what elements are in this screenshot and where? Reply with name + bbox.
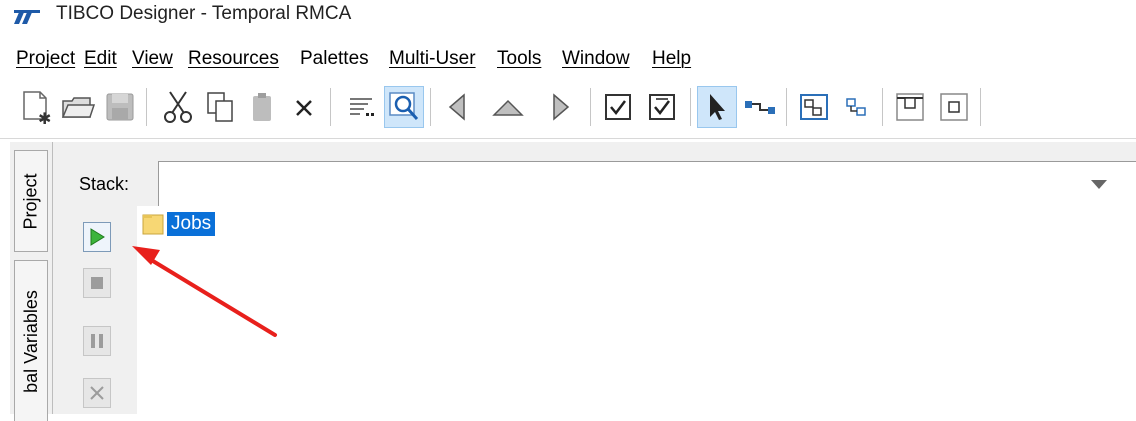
- toolbar-separator: [330, 88, 331, 126]
- new-project-icon: ✱: [23, 91, 51, 125]
- menu-edit[interactable]: Edit: [84, 48, 117, 70]
- up-icon: [492, 99, 524, 116]
- tab-project[interactable]: Project: [14, 150, 48, 252]
- select-pointer-icon: [710, 94, 725, 120]
- connect-transition-icon: [745, 101, 775, 114]
- delete-button[interactable]: [284, 86, 324, 128]
- tab-project-label: Project: [20, 172, 41, 230]
- group-button[interactable]: [794, 86, 834, 128]
- tab-global-variables-label: bal Variables: [20, 289, 41, 393]
- close-icon: [90, 386, 104, 400]
- cut-button[interactable]: [158, 86, 198, 128]
- terminate-button[interactable]: [83, 378, 111, 408]
- tibco-logo-icon: [14, 10, 40, 24]
- delete-icon: [296, 100, 312, 116]
- stack-combobox[interactable]: [158, 161, 1136, 207]
- open-folder-icon: [61, 97, 96, 118]
- tree-item-jobs[interactable]: Jobs: [142, 210, 216, 238]
- up-button[interactable]: [488, 86, 528, 128]
- menu-bar: Project Edit View Resources Palettes Mul…: [0, 40, 1136, 76]
- select-pointer-button[interactable]: [697, 86, 737, 128]
- new-project-button[interactable]: ✱: [16, 86, 56, 128]
- back-button[interactable]: [438, 86, 478, 128]
- stop-icon: [91, 277, 103, 289]
- play-icon: [90, 228, 105, 246]
- save-icon: [106, 93, 134, 121]
- forward-button[interactable]: [540, 86, 580, 128]
- menu-project[interactable]: Project: [16, 48, 75, 70]
- run-button[interactable]: [83, 222, 111, 252]
- menu-window[interactable]: Window: [562, 48, 630, 70]
- left-vertical-tabs: Project bal Variables: [10, 142, 53, 421]
- checkin-icon: [605, 94, 631, 120]
- pause-button[interactable]: [83, 326, 111, 356]
- align-top-icon: [896, 93, 924, 121]
- checkin-button[interactable]: [598, 86, 638, 128]
- title-bar: TIBCO Designer - Temporal RMCA: [0, 0, 1136, 40]
- filter-button[interactable]: [342, 86, 382, 128]
- copy-button[interactable]: [200, 86, 240, 128]
- save-button[interactable]: [100, 86, 140, 128]
- svg-text:✱: ✱: [38, 109, 51, 125]
- menu-tools[interactable]: Tools: [497, 48, 541, 70]
- menu-help[interactable]: Help: [652, 48, 691, 70]
- menu-palettes[interactable]: Palettes: [300, 48, 369, 70]
- connect-transition-button[interactable]: [740, 86, 780, 128]
- align-middle-icon: [940, 93, 968, 121]
- filter-icon: [350, 98, 374, 116]
- project-tree: Jobs: [137, 206, 1136, 414]
- pause-icon: [91, 334, 103, 348]
- copy-icon: [207, 92, 233, 122]
- menu-multi-user[interactable]: Multi-User: [389, 48, 476, 70]
- toolbar-separator: [786, 88, 787, 126]
- align-middle-button[interactable]: [934, 86, 974, 128]
- paste-button[interactable]: [242, 86, 282, 128]
- align-top-button[interactable]: [890, 86, 930, 128]
- tree-item-label: Jobs: [167, 212, 216, 236]
- ungroup-icon: [846, 98, 866, 116]
- stack-label: Stack:: [79, 174, 130, 194]
- stop-button[interactable]: [83, 268, 111, 298]
- chevron-down-icon[interactable]: [1091, 180, 1107, 190]
- open-button[interactable]: [58, 86, 98, 128]
- group-icon: [800, 94, 828, 120]
- toolbar: ✱: [0, 76, 1136, 139]
- window-title: TIBCO Designer - Temporal RMCA: [56, 3, 352, 24]
- cut-icon: [164, 91, 192, 123]
- checkout-button[interactable]: [642, 86, 682, 128]
- toolbar-separator: [882, 88, 883, 126]
- toolbar-separator: [146, 88, 147, 126]
- menu-resources[interactable]: Resources: [188, 48, 279, 70]
- find-button[interactable]: [384, 86, 424, 128]
- find-icon: [389, 92, 419, 121]
- toolbar-separator: [690, 88, 691, 126]
- folder-icon: [142, 214, 164, 235]
- menu-view[interactable]: View: [132, 48, 173, 70]
- forward-icon: [553, 93, 570, 121]
- toolbar-separator: [590, 88, 591, 126]
- toolbar-separator: [980, 88, 981, 126]
- ungroup-button[interactable]: [838, 86, 878, 128]
- checkout-icon: [649, 94, 675, 120]
- back-icon: [448, 93, 465, 121]
- tab-global-variables[interactable]: bal Variables: [14, 260, 48, 421]
- paste-icon: [253, 93, 271, 121]
- toolbar-separator: [430, 88, 431, 126]
